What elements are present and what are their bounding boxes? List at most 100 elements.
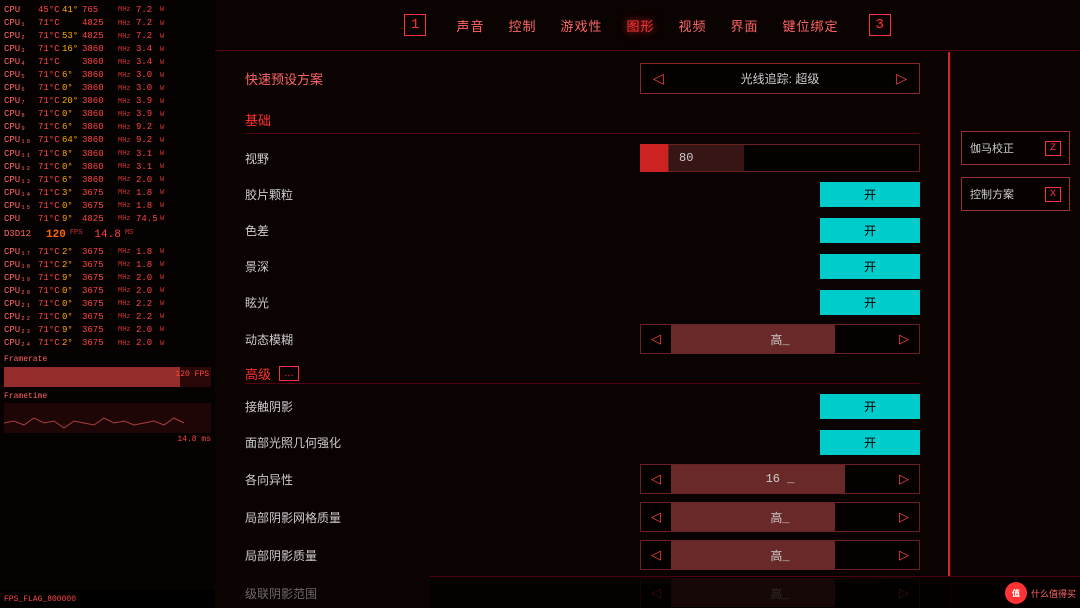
preset-label: 快速预设方案: [245, 69, 323, 88]
nav-item-控制[interactable]: 控制: [508, 16, 536, 35]
fov-red-indicator: [640, 144, 668, 172]
cpu-row-freq-unit: MHz: [118, 58, 134, 68]
cpu-row-label: CPU₂: [4, 30, 36, 43]
film-grain-control: 开: [445, 182, 920, 207]
cpu-row-temp: 71°C: [38, 311, 60, 324]
cpu-row: CPU₁₅ 71°C 0° 3675 MHz 1.8 W: [4, 200, 211, 213]
film-grain-toggle[interactable]: 开: [820, 182, 920, 207]
control-scheme-button[interactable]: 控制方案 X: [961, 177, 1070, 211]
preset-arrow-right[interactable]: ▷: [884, 64, 919, 93]
nav-item-键位绑定[interactable]: 键位绑定: [783, 16, 839, 35]
watermark: 值 什么值得买: [1005, 582, 1076, 604]
chromatic-toggle[interactable]: 开: [820, 218, 920, 243]
anisotropy-inner: 16 _: [671, 465, 889, 493]
shadow-quality-left[interactable]: ◁: [641, 542, 671, 568]
cpu-row-val2: 3.4: [136, 56, 158, 69]
cpu-row-label: CPU₁₂: [4, 161, 36, 174]
cpu-row-label: CPU₇: [4, 95, 36, 108]
setting-anisotropy: 各向异性 ◁ 16 _ ▷: [245, 464, 920, 494]
framerate-label: Framerate: [4, 354, 211, 366]
settings-panel[interactable]: 快速预设方案 ◁ 光线追踪: 超级 ▷ 基础 视野 80: [215, 51, 950, 607]
anisotropy-slider[interactable]: ◁ 16 _ ▷: [640, 464, 920, 494]
control-label: 控制方案: [970, 186, 1014, 202]
cpu-row-val2: 9.2: [136, 121, 158, 134]
anisotropy-left[interactable]: ◁: [641, 466, 671, 492]
shadow-quality-slider[interactable]: ◁ 高_ ▷: [640, 540, 920, 570]
cpu-row-temp: 71°C: [38, 337, 60, 350]
nav-item-声音[interactable]: 声音: [456, 16, 484, 35]
motion-blur-inner: 高_: [671, 325, 889, 353]
shadow-mesh-inner: 高_: [671, 503, 889, 531]
gamma-calibrate-button[interactable]: 伽马校正 Z: [961, 131, 1070, 165]
control-key: X: [1045, 187, 1061, 202]
nav-item-视频[interactable]: 视频: [679, 16, 707, 35]
cpu-row-val2: 7.2: [136, 17, 158, 30]
cpu-row-val2: 1.8: [136, 187, 158, 200]
dof-label: 景深: [245, 258, 445, 275]
dof-toggle[interactable]: 开: [820, 254, 920, 279]
cpu-row-label: CPU₁₅: [4, 200, 36, 213]
cpu-row-pct: 0°: [62, 161, 80, 174]
cpu-row-val2-unit: W: [160, 162, 164, 172]
framerate-val: 120 FPS: [175, 369, 209, 381]
cpu-row-val2-unit: W: [160, 136, 164, 146]
cpu-row-label: CPU₅: [4, 69, 36, 82]
framerate-graph-section: Framerate 120 FPS: [4, 354, 211, 387]
face-light-toggle[interactable]: 开: [820, 430, 920, 455]
cpu-row-label: CPU₁₃: [4, 174, 36, 187]
d3d-row: D3D12 120 FPS 14.8 MS: [4, 228, 211, 244]
cpu-row-freq: 3860: [82, 108, 116, 121]
cpu-row: CPU₁₈ 71°C 2° 3675 MHz 1.8 W: [4, 259, 211, 272]
cpu-row-pct: 20°: [62, 95, 80, 108]
top-nav: 1 声音 控制 游戏性 图形 视频 界面 键位绑定 3: [215, 0, 1080, 51]
cpu-row-pct: 0°: [62, 108, 80, 121]
nav-item-游戏性[interactable]: 游戏性: [560, 16, 602, 35]
cpu-row-temp: 71°C: [38, 17, 60, 30]
preset-control[interactable]: ◁ 光线追踪: 超级 ▷: [640, 63, 920, 94]
contact-shadow-toggle[interactable]: 开: [820, 394, 920, 419]
preset-arrow-left[interactable]: ◁: [641, 64, 676, 93]
framerate-fill: [4, 367, 180, 387]
cpu-row-label: CPU₃: [4, 43, 36, 56]
cpu-row-val2: 3.9: [136, 95, 158, 108]
cpu-row-val2-unit: W: [160, 110, 164, 120]
gamma-label: 伽马校正: [970, 140, 1014, 156]
cpu-row: CPU₁₄ 71°C 3° 3675 MHz 1.8 W: [4, 187, 211, 200]
cpu-row-val2: 2.0: [136, 337, 158, 350]
nav-bracket-right: 3: [869, 14, 891, 36]
lens-flare-toggle[interactable]: 开: [820, 290, 920, 315]
shadow-mesh-slider[interactable]: ◁ 高_ ▷: [640, 502, 920, 532]
ms-value: 14.8: [94, 228, 120, 244]
cpu-row-pct: 6°: [62, 69, 80, 82]
cpu-row-val2-unit: W: [160, 339, 164, 349]
motion-blur-arrow-right[interactable]: ▷: [889, 326, 919, 352]
cpu-row-val2: 1.8: [136, 200, 158, 213]
cpu-row-val2-unit: W: [160, 312, 164, 322]
cpu-row-val2: 3.1: [136, 161, 158, 174]
cpu-row: CPU 71°C 9° 4825 MHz 74.5 W: [4, 213, 211, 226]
cpu-row-freq-unit: MHz: [118, 175, 134, 185]
nav-item-界面[interactable]: 界面: [731, 16, 759, 35]
shadow-mesh-right[interactable]: ▷: [889, 504, 919, 530]
cpu-row-label: CPU₂₀: [4, 285, 36, 298]
cpu-row-temp: 71°C: [38, 108, 60, 121]
cpu-row-pct: 8°: [62, 148, 80, 161]
cpu-row-freq-unit: MHz: [118, 149, 134, 159]
cpu-row-temp: 71°C: [38, 246, 60, 259]
shadow-mesh-value: 高_: [671, 509, 889, 526]
shadow-mesh-control: ◁ 高_ ▷: [445, 502, 920, 532]
motion-blur-arrow-left[interactable]: ◁: [641, 326, 671, 352]
nav-bracket-left: 1: [404, 14, 426, 36]
nav-item-图形[interactable]: 图形: [626, 16, 654, 35]
shadow-mesh-left[interactable]: ◁: [641, 504, 671, 530]
cpu-row-freq: 4825: [82, 30, 116, 43]
cpu-row: CPU₅ 71°C 6° 3860 MHz 3.0 W: [4, 69, 211, 82]
fov-control: 80: [640, 144, 920, 172]
fov-slider[interactable]: 80: [668, 144, 920, 172]
shadow-quality-right[interactable]: ▷: [889, 542, 919, 568]
cpu-row-val2: 2.0: [136, 272, 158, 285]
adv-icon: …: [279, 366, 299, 381]
motion-blur-slider[interactable]: ◁ 高_ ▷: [640, 324, 920, 354]
anisotropy-right[interactable]: ▷: [889, 466, 919, 492]
cpu-row-label: CPU₈: [4, 108, 36, 121]
